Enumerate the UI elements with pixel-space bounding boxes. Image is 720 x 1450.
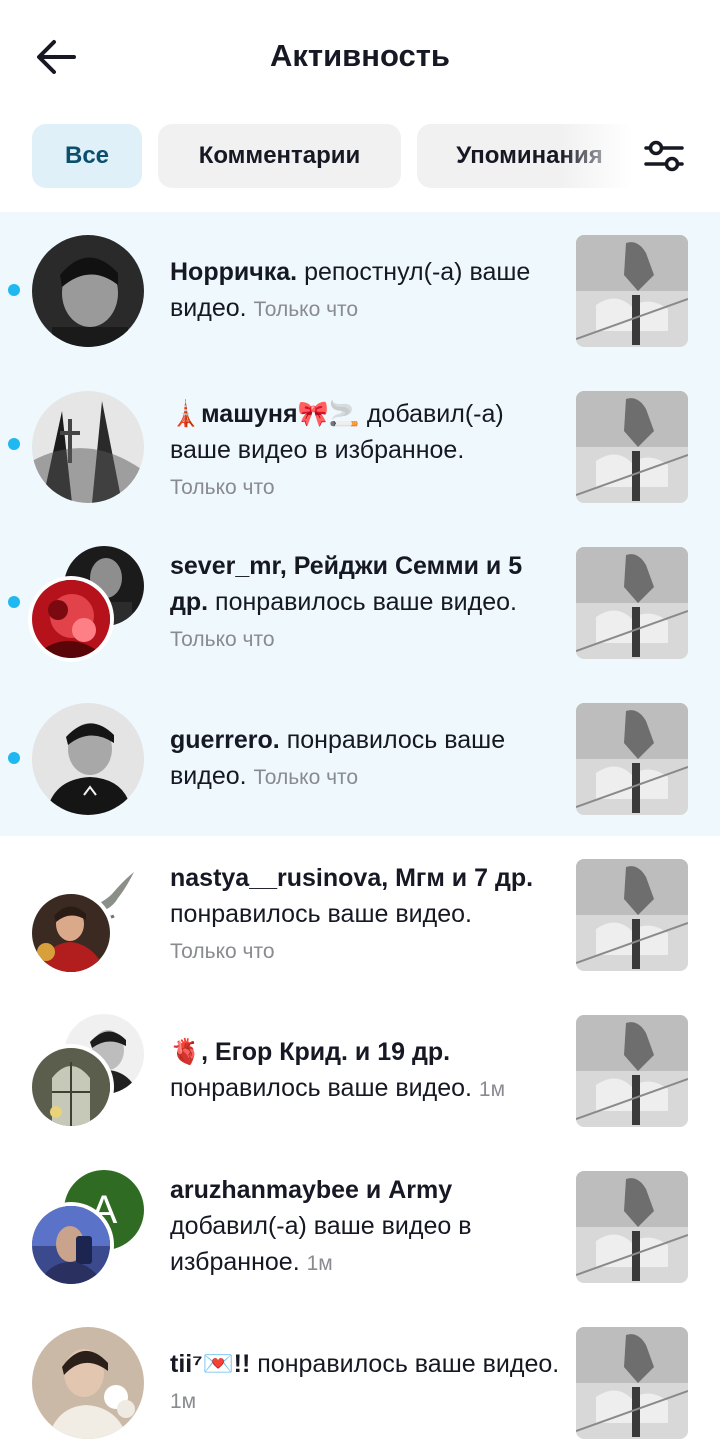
- username[interactable]: 🗼машуня🎀🚬: [170, 400, 360, 428]
- tab-comments[interactable]: Комментарии: [158, 124, 401, 188]
- timestamp: Только что: [170, 476, 275, 499]
- username[interactable]: tii⁷💌!!: [170, 1350, 250, 1378]
- action-text: понравилось ваше видео.: [170, 900, 472, 928]
- list-item[interactable]: nastya__rusinova, Мгм и 7 др. понравилос…: [0, 836, 720, 992]
- video-thumbnail[interactable]: [576, 235, 688, 347]
- avatar[interactable]: [32, 391, 144, 503]
- unread-dot: [8, 438, 20, 450]
- video-thumbnail[interactable]: [576, 1015, 688, 1127]
- action-text: понравилось ваше видео.: [215, 588, 517, 616]
- unread-dot: [8, 752, 20, 764]
- timestamp: Только что: [170, 940, 275, 963]
- avatar[interactable]: [32, 580, 110, 658]
- list-item[interactable]: A aruzhanmaybee и Army добавил(-а) ваше …: [0, 1148, 720, 1304]
- timestamp: 1м: [478, 1078, 506, 1101]
- video-thumbnail[interactable]: [576, 547, 688, 659]
- list-item[interactable]: Норричка. репостнул(-а) ваше видео. Толь…: [0, 212, 720, 368]
- list-item[interactable]: sever_mr, Рейджи Семми и 5 др. понравило…: [0, 524, 720, 680]
- avatar[interactable]: [32, 894, 110, 972]
- timestamp: Только что: [253, 766, 359, 789]
- timestamp: 1м: [306, 1252, 333, 1275]
- action-text: понравилось ваше видео.: [170, 1074, 472, 1102]
- list-item[interactable]: guerrero. понравилось ваше видео. Только…: [0, 680, 720, 836]
- timestamp: Только что: [170, 628, 275, 651]
- tab-mentions[interactable]: Упоминания: [417, 124, 642, 188]
- username[interactable]: nastya__rusinova, Мгм и 7 др.: [170, 864, 533, 892]
- avatar[interactable]: [32, 235, 144, 347]
- avatar[interactable]: [32, 703, 144, 815]
- unread-dot: [8, 596, 20, 608]
- tab-all[interactable]: Все: [32, 124, 142, 188]
- video-thumbnail[interactable]: [576, 1171, 688, 1283]
- username[interactable]: Норричка.: [170, 258, 297, 286]
- video-thumbnail[interactable]: [576, 859, 688, 971]
- action-text: понравилось ваше видео.: [257, 1350, 560, 1378]
- unread-dot: [8, 284, 20, 296]
- username[interactable]: aruzhanmaybee и Army: [170, 1176, 452, 1204]
- avatar[interactable]: [32, 1206, 110, 1284]
- username[interactable]: guerrero.: [170, 726, 280, 754]
- page-title: Активность: [270, 38, 450, 73]
- username[interactable]: 🫀, Егор Крид. и 19 др.: [170, 1038, 450, 1066]
- header: Активность: [0, 0, 720, 112]
- timestamp: 1м: [170, 1390, 197, 1413]
- list-item[interactable]: tii⁷💌!! понравилось ваше видео. 1м: [0, 1304, 720, 1450]
- video-thumbnail[interactable]: [576, 703, 688, 815]
- avatar[interactable]: [32, 1327, 144, 1439]
- avatar[interactable]: [32, 1048, 110, 1126]
- list-item[interactable]: 🫀, Егор Крид. и 19 др. понравилось ваше …: [0, 992, 720, 1148]
- video-thumbnail[interactable]: [576, 1327, 688, 1439]
- sliders-icon: [644, 140, 684, 172]
- timestamp: Только что: [253, 298, 359, 321]
- list-item[interactable]: 🗼машуня🎀🚬 добавил(-а) ваше видео в избра…: [0, 368, 720, 524]
- filter-tabs: Все Комментарии Упоминания: [0, 124, 720, 188]
- filter-button[interactable]: [640, 134, 688, 178]
- video-thumbnail[interactable]: [576, 391, 688, 503]
